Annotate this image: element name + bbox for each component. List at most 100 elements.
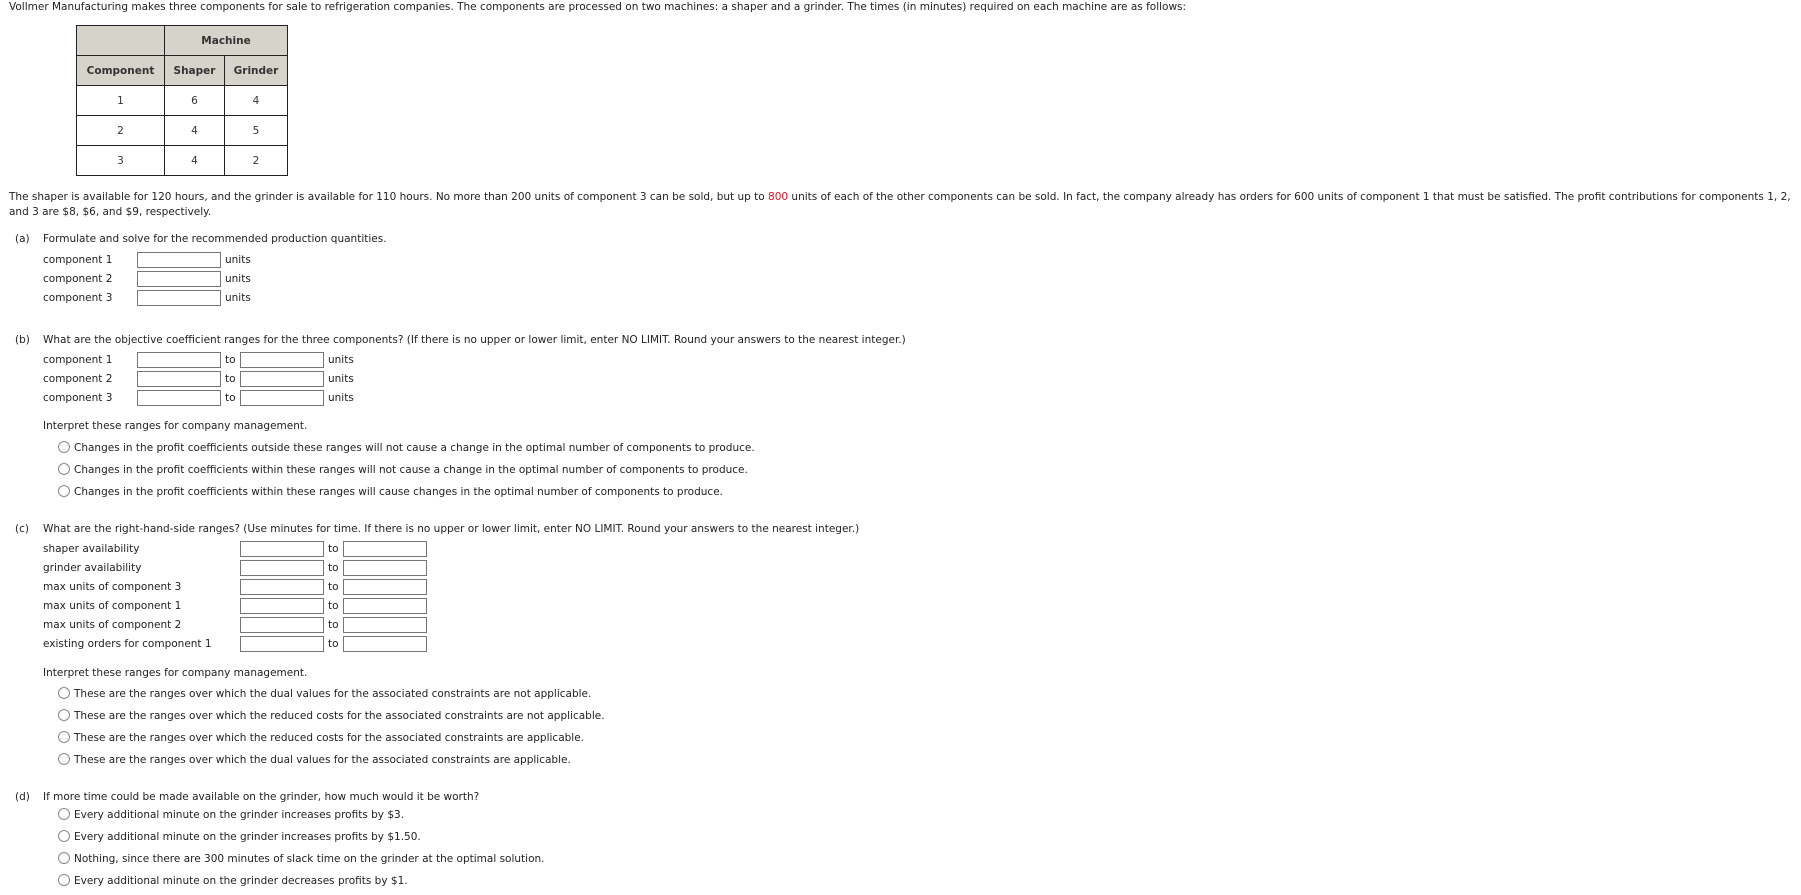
question-a: (a) Formulate and solve for the recommend… [15, 232, 387, 246]
row-label: component 2 [43, 373, 113, 385]
table-row: 1 6 4 [76, 85, 288, 116]
to-label: to [225, 354, 236, 366]
radio-button[interactable] [58, 441, 70, 453]
to-label: to [328, 619, 339, 631]
table-header-grinder: Grinder [224, 55, 288, 86]
question-letter: (d) [15, 791, 30, 803]
option-text: These are the ranges over which the dual… [74, 688, 592, 700]
radio-option-c-1[interactable]: These are the ranges over which the dual… [58, 686, 591, 702]
paragraph-text: The shaper is available for 120 hours, a… [9, 191, 769, 203]
unit-label: units [328, 373, 354, 385]
radio-option-c-3[interactable]: These are the ranges over which the redu… [58, 730, 584, 746]
option-text: These are the ranges over which the redu… [74, 732, 585, 744]
row-label: shaper availability [43, 543, 140, 555]
unit-label: units [328, 354, 354, 366]
table-row: 3 4 2 [76, 145, 288, 176]
unit-label: units [225, 292, 251, 304]
max-component-3-range-lower-input[interactable] [240, 579, 324, 595]
table-cell: 4 [164, 115, 225, 146]
component-1-range-upper-input[interactable] [240, 352, 324, 368]
radio-option-d-3[interactable]: Nothing, since there are 300 minutes of … [58, 851, 545, 867]
radio-button[interactable] [58, 830, 70, 842]
problem-constraints-paragraph: The shaper is available for 120 hours, a… [9, 190, 1794, 220]
option-text: Every additional minute on the grinder i… [74, 809, 405, 821]
radio-button[interactable] [58, 874, 70, 886]
table-cell: 4 [164, 145, 225, 176]
unit-label: units [328, 392, 354, 404]
problem-intro: Vollmer Manufacturing makes three compon… [9, 1, 1187, 13]
row-label: max units of component 2 [43, 619, 182, 631]
max-component-1-range-lower-input[interactable] [240, 598, 324, 614]
option-text: Changes in the profit coefficients withi… [74, 464, 748, 476]
radio-button[interactable] [58, 731, 70, 743]
radio-option-b-3[interactable]: Changes in the profit coefficients withi… [58, 484, 723, 500]
to-label: to [328, 543, 339, 555]
radio-option-c-4[interactable]: These are the ranges over which the dual… [58, 752, 571, 768]
option-text: Every additional minute on the grinder i… [74, 831, 421, 843]
radio-option-d-4[interactable]: Every additional minute on the grinder d… [58, 873, 408, 889]
interpret-prompt-b: Interpret these ranges for company manag… [43, 420, 308, 432]
shaper-range-upper-input[interactable] [343, 541, 427, 557]
radio-button[interactable] [58, 808, 70, 820]
question-letter: (a) [15, 233, 30, 245]
shaper-range-lower-input[interactable] [240, 541, 324, 557]
component-2-range-upper-input[interactable] [240, 371, 324, 387]
max-component-2-range-upper-input[interactable] [343, 617, 427, 633]
table-cell: 1 [76, 85, 165, 116]
existing-orders-range-lower-input[interactable] [240, 636, 324, 652]
table-header-shaper: Shaper [164, 55, 225, 86]
option-text: These are the ranges over which the redu… [74, 710, 605, 722]
component-2-range-lower-input[interactable] [137, 371, 221, 387]
row-label: max units of component 3 [43, 581, 182, 593]
table-cell: 4 [224, 85, 288, 116]
question-letter: (c) [15, 523, 29, 535]
radio-option-b-1[interactable]: Changes in the profit coefficients outsi… [58, 440, 755, 456]
unit-label: units [225, 273, 251, 285]
option-text: Every additional minute on the grinder d… [74, 875, 408, 887]
grinder-range-upper-input[interactable] [343, 560, 427, 576]
row-label: component 2 [43, 273, 113, 285]
option-text: Changes in the profit coefficients outsi… [74, 442, 755, 454]
to-label: to [225, 392, 236, 404]
question-text: If more time could be made available on … [43, 791, 480, 803]
max-component-2-range-lower-input[interactable] [240, 617, 324, 633]
component-3-range-upper-input[interactable] [240, 390, 324, 406]
component-1-range-lower-input[interactable] [137, 352, 221, 368]
row-label: component 3 [43, 392, 113, 404]
unit-label: units [225, 254, 251, 266]
machine-times-table: Machine Component Shaper Grinder 1 6 4 2… [76, 25, 288, 176]
question-letter: (b) [15, 334, 30, 346]
component-2-quantity-input[interactable] [137, 271, 221, 287]
radio-option-d-2[interactable]: Every additional minute on the grinder i… [58, 829, 421, 845]
radio-option-d-1[interactable]: Every additional minute on the grinder i… [58, 807, 404, 823]
existing-orders-range-upper-input[interactable] [343, 636, 427, 652]
radio-option-b-2[interactable]: Changes in the profit coefficients withi… [58, 462, 748, 478]
question-text: What are the right-hand-side ranges? (Us… [43, 523, 860, 535]
row-label: component 1 [43, 354, 113, 366]
interpret-prompt-c: Interpret these ranges for company manag… [43, 667, 308, 679]
table-row: 2 4 5 [76, 115, 288, 146]
radio-button[interactable] [58, 687, 70, 699]
component-1-quantity-input[interactable] [137, 252, 221, 268]
component-3-quantity-input[interactable] [137, 290, 221, 306]
grinder-range-lower-input[interactable] [240, 560, 324, 576]
radio-button[interactable] [58, 463, 70, 475]
component-3-range-lower-input[interactable] [137, 390, 221, 406]
row-label: grinder availability [43, 562, 142, 574]
radio-button[interactable] [58, 753, 70, 765]
question-text: What are the objective coefficient range… [43, 334, 906, 346]
option-text: Nothing, since there are 300 minutes of … [74, 853, 545, 865]
table-cell: 3 [76, 145, 165, 176]
max-component-1-range-upper-input[interactable] [343, 598, 427, 614]
question-b: (b) What are the objective coefficient ra… [15, 333, 906, 347]
table-cell: 6 [164, 85, 225, 116]
radio-button[interactable] [58, 709, 70, 721]
max-component-3-range-upper-input[interactable] [343, 579, 427, 595]
highlighted-value: 800 [768, 191, 789, 203]
question-c: (c) What are the right-hand-side ranges? … [15, 522, 859, 536]
table-cell: 5 [224, 115, 288, 146]
radio-option-c-2[interactable]: These are the ranges over which the redu… [58, 708, 605, 724]
radio-button[interactable] [58, 485, 70, 497]
row-label: component 3 [43, 292, 113, 304]
radio-button[interactable] [58, 852, 70, 864]
